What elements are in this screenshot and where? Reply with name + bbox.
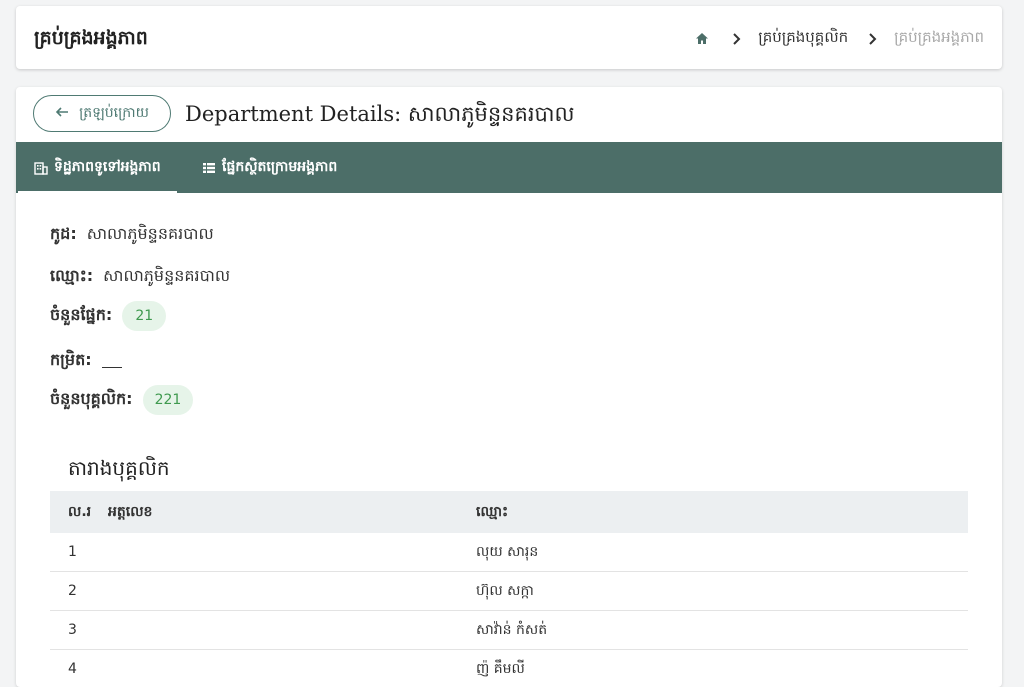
row-no: 1	[68, 544, 77, 560]
breadcrumb-current: គ្រប់គ្រងអង្គភាព	[894, 28, 984, 46]
table-row[interactable]: 4 ញ៉ គឹមលី	[50, 650, 968, 687]
tab-bar: ទិដ្ឋភាពទូទៅអង្គភាព ផ្នែកស្ថិតក្រោមអង្គភ…	[16, 142, 1002, 193]
building-icon	[34, 161, 48, 175]
department-card: ត្រឡប់ក្រោយ Department Details: សាលាភូមិ…	[16, 87, 1002, 687]
back-button[interactable]: ត្រឡប់ក្រោយ	[33, 95, 171, 132]
row-name: ហ៊ុល សក្កា	[476, 582, 534, 599]
table-row[interactable]: 2 ហ៊ុល សក្កា	[50, 572, 968, 611]
tab-overview[interactable]: ទិដ្ឋភាពទូទៅអង្គភាព	[18, 142, 177, 193]
code-value: សាលាភូមិន្ទនគរបាល	[86, 224, 214, 243]
list-icon	[202, 161, 216, 175]
top-header: គ្រប់គ្រងអង្គភាព គ្រប់គ្រងបុគ្គលិក គ្រប់…	[16, 6, 1002, 69]
tab-sub-sections[interactable]: ផ្នែកស្ថិតក្រោមអង្គភាព	[202, 142, 337, 193]
app-title: គ្រប់គ្រងអង្គភាព	[34, 27, 148, 49]
sections-count-row: ចំនួនផ្នែក: 21	[50, 301, 167, 331]
name-row: ឈ្មោះ: សាលាភូមិន្ទនគរបាល	[50, 265, 230, 289]
chevron-right-icon	[866, 32, 880, 46]
staff-count-row: ចំនួនបុគ្គលិក: 221	[50, 385, 194, 415]
breadcrumb: គ្រប់គ្រងបុគ្គលិក គ្រប់គ្រងអង្គភាព	[694, 28, 984, 50]
tab-sub-sections-label: ផ្នែកស្ថិតក្រោមអង្គភាព	[222, 159, 338, 175]
row-no: 3	[68, 622, 77, 638]
chevron-right-icon	[730, 32, 744, 46]
staff-count-badge: 221	[142, 385, 194, 415]
breadcrumb-link-staff[interactable]: គ្រប់គ្រងបុគ្គលិក	[758, 28, 848, 50]
table-header: ល.រ អត្តលេខ ឈ្មោះ	[50, 491, 968, 533]
name-label: ឈ្មោះ:	[50, 266, 94, 285]
home-icon[interactable]	[694, 31, 710, 47]
column-header-id[interactable]: អត្តលេខ	[108, 502, 476, 523]
row-no: 2	[68, 583, 77, 599]
back-button-label: ត្រឡប់ក្រោយ	[79, 105, 149, 121]
level-empty-dash	[101, 366, 122, 368]
code-row: កូដ: សាលាភូមិន្ទនគរបាល	[50, 223, 214, 247]
table-row[interactable]: 1 លុយ សារុន	[50, 533, 968, 572]
level-row: កម្រិត:	[50, 349, 122, 373]
page-title: Department Details: សាលាភូមិន្ទនគរបាល	[185, 102, 575, 126]
sections-count-label: ចំនួនផ្នែក:	[50, 305, 113, 324]
level-label: កម្រិត:	[50, 350, 92, 369]
arrow-left-icon	[55, 105, 69, 123]
tab-overview-label: ទិដ្ឋភាពទូទៅអង្គភាព	[54, 159, 161, 175]
staff-table-title: តារាងបុគ្គលិក	[68, 456, 170, 480]
column-header-no[interactable]: ល.រ	[50, 502, 108, 523]
row-name: លុយ សារុន	[476, 543, 539, 560]
column-header-name[interactable]: ឈ្មោះ	[476, 502, 968, 523]
staff-table: ល.រ អត្តលេខ ឈ្មោះ 1 លុយ សារុន 2 ហ៊ុល សក្…	[50, 491, 968, 687]
code-label: កូដ:	[50, 224, 77, 243]
sections-count-badge: 21	[122, 301, 167, 331]
row-name: សាវ៉ាន់ កំសត់	[476, 621, 548, 638]
staff-count-label: ចំនួនបុគ្គលិក:	[50, 389, 133, 408]
row-no: 4	[68, 661, 77, 677]
name-value: សាលាភូមិន្ទនគរបាល	[103, 266, 231, 285]
table-row[interactable]: 3 សាវ៉ាន់ កំសត់	[50, 611, 968, 650]
row-name: ញ៉ គឹមលី	[476, 660, 525, 677]
